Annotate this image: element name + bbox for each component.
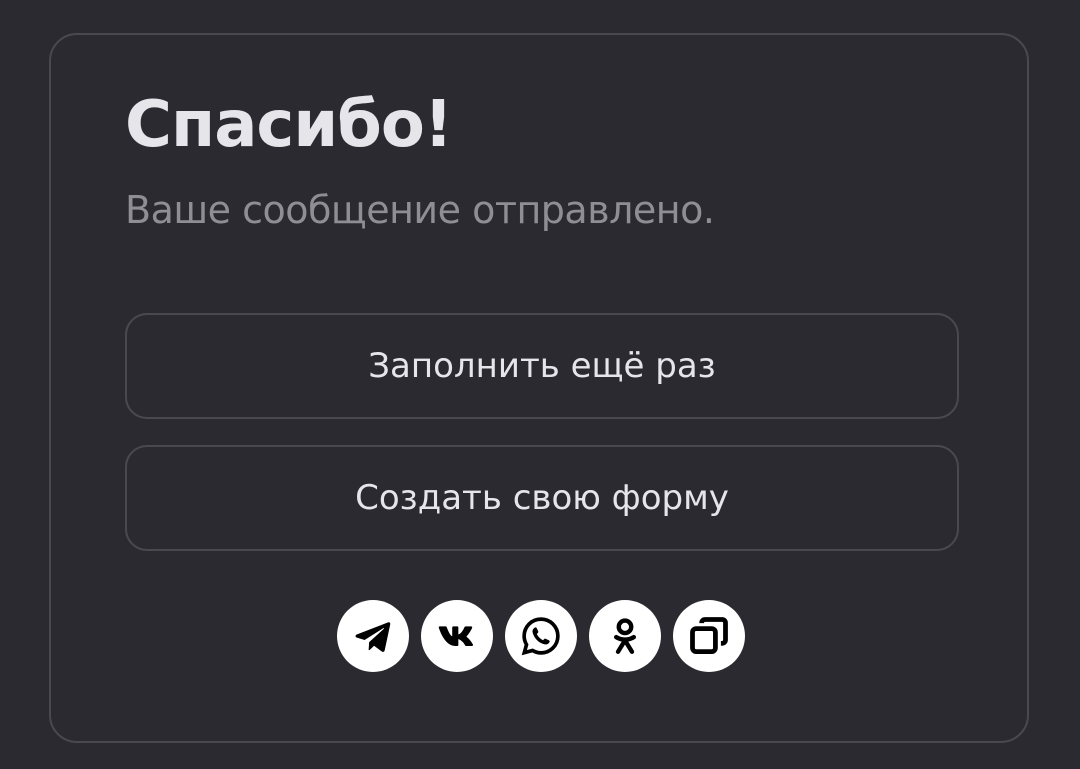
vk-icon xyxy=(438,626,474,646)
odnoklassniki-icon xyxy=(614,618,636,654)
fill-again-label: Заполнить ещё раз xyxy=(368,346,716,386)
thank-you-card: Спасибо! Ваше сообщение отправлено. Запо… xyxy=(49,33,1029,743)
share-odnoklassniki-button[interactable] xyxy=(589,600,661,672)
fill-again-button[interactable]: Заполнить ещё раз xyxy=(125,313,959,419)
create-form-button[interactable]: Создать свою форму xyxy=(125,445,959,551)
telegram-icon xyxy=(355,622,391,652)
share-telegram-button[interactable] xyxy=(337,600,409,672)
share-buttons xyxy=(337,600,745,672)
whatsapp-icon xyxy=(521,617,560,656)
copy-link-button[interactable] xyxy=(673,600,745,672)
share-whatsapp-button[interactable] xyxy=(505,600,577,672)
confirmation-message: Ваше сообщение отправлено. xyxy=(125,188,715,232)
share-vk-button[interactable] xyxy=(421,600,493,672)
page-title: Спасибо! xyxy=(125,88,453,162)
copy-link-icon xyxy=(690,617,728,654)
create-form-label: Создать свою форму xyxy=(355,478,729,518)
